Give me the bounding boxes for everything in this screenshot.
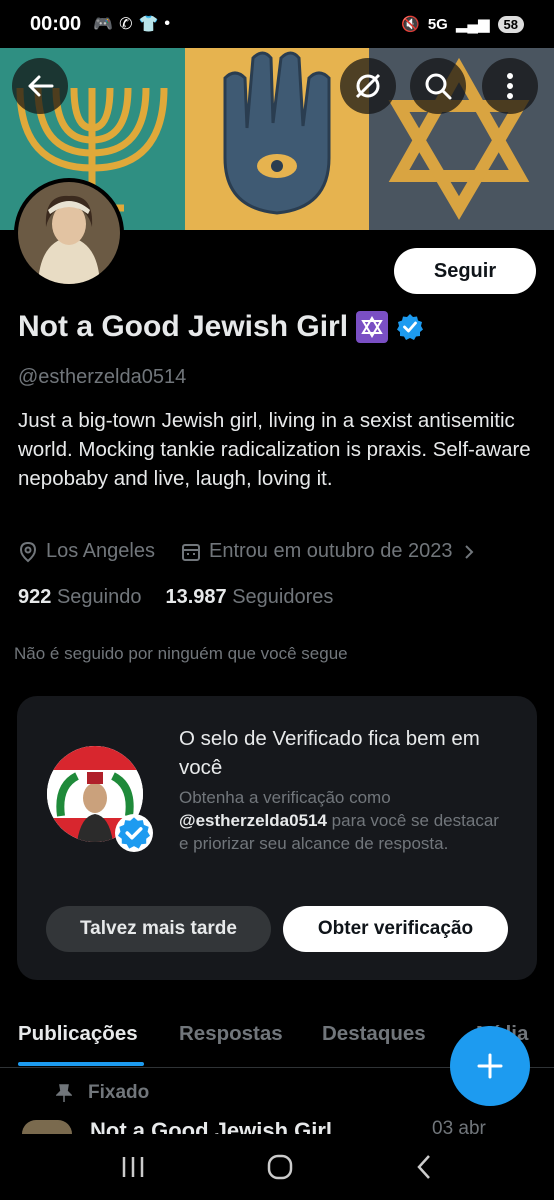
profile-meta: Los Angeles Entrou em outubro de 2023 bbox=[18, 540, 477, 563]
status-bar: 00:00 🎮 ✆ 👕 • 🔇 5G ▂▄▆ 58 bbox=[0, 0, 554, 48]
promo-text: Obtenha a verificação como @estherzelda0… bbox=[179, 786, 509, 855]
search-icon bbox=[425, 73, 452, 100]
follow-stats: 922 Seguindo 13.987 Seguidores bbox=[18, 586, 333, 609]
calendar-icon bbox=[181, 543, 200, 561]
verified-badge-icon[interactable] bbox=[396, 313, 424, 341]
profile-avatar[interactable] bbox=[14, 178, 124, 288]
chevron-right-icon[interactable] bbox=[461, 543, 477, 561]
tab-replies[interactable]: Respostas bbox=[179, 1022, 283, 1046]
more-options-button[interactable] bbox=[482, 58, 538, 114]
active-tab-indicator bbox=[18, 1062, 144, 1066]
game-icon: 🎮 bbox=[93, 16, 114, 33]
profile-bio: Just a big-town Jewish girl, living in a… bbox=[18, 409, 531, 490]
back-button[interactable] bbox=[12, 58, 68, 114]
grok-icon bbox=[355, 73, 381, 99]
search-button[interactable] bbox=[410, 58, 466, 114]
follow-button[interactable]: Seguir bbox=[394, 248, 536, 294]
status-time: 00:00 bbox=[30, 12, 82, 35]
promo-text-before: Obtenha a verificação como bbox=[179, 788, 391, 807]
location-pin-icon bbox=[19, 541, 37, 562]
mutual-followers-text: Não é seguido por ninguém que você segue bbox=[14, 644, 348, 663]
followers-label: Seguidores bbox=[232, 586, 334, 608]
post-date: 03 abr bbox=[432, 1118, 486, 1134]
tab-posts[interactable]: Publicações bbox=[18, 1022, 138, 1046]
promo-handle: @estherzelda0514 bbox=[179, 811, 327, 830]
joined-text[interactable]: Entrou em outubro de 2023 bbox=[209, 540, 453, 563]
kebab-menu-icon bbox=[507, 73, 513, 99]
recent-apps-icon[interactable] bbox=[120, 1155, 146, 1179]
verified-badge-icon bbox=[115, 814, 153, 852]
verification-promo-card: O selo de Verificado fica bem em você Ob… bbox=[17, 696, 537, 980]
arrow-left-icon bbox=[28, 75, 54, 97]
following-link[interactable]: 922 Seguindo bbox=[18, 586, 141, 609]
battery-indicator: 58 bbox=[497, 15, 524, 33]
following-count: 922 bbox=[18, 586, 52, 608]
notification-icons: 🎮 ✆ 👕 • bbox=[93, 14, 170, 34]
promo-title: O selo de Verificado fica bem em você bbox=[179, 727, 480, 779]
post-avatar[interactable] bbox=[22, 1120, 72, 1134]
home-icon[interactable] bbox=[266, 1153, 294, 1181]
grok-button[interactable] bbox=[340, 58, 396, 114]
maybe-later-button[interactable]: Talvez mais tarde bbox=[46, 906, 271, 952]
get-verified-button[interactable]: Obter verificação bbox=[283, 906, 508, 952]
star-of-david-emoji-icon bbox=[356, 311, 389, 343]
whatsapp-icon: ✆ bbox=[119, 16, 133, 33]
profile-name: Not a Good Jewish Girl bbox=[18, 310, 424, 344]
signal-icon: ▂▄▆ bbox=[455, 16, 490, 33]
pin-icon bbox=[56, 1084, 72, 1102]
location-text: Los Angeles bbox=[46, 540, 155, 562]
plus-icon bbox=[477, 1053, 503, 1079]
system-nav-bar bbox=[0, 1134, 554, 1200]
display-name: Not a Good Jewish Girl bbox=[18, 310, 349, 343]
dot-icon: • bbox=[164, 15, 171, 32]
pinned-label: Fixado bbox=[88, 1082, 150, 1103]
post-author-name[interactable]: Not a Good Jewish Girl bbox=[90, 1118, 332, 1134]
followers-count: 13.987 bbox=[165, 586, 227, 608]
shirt-icon: 👕 bbox=[138, 16, 159, 33]
compose-post-button[interactable] bbox=[450, 1026, 530, 1106]
pinned-indicator: Fixado bbox=[56, 1082, 149, 1104]
mute-icon: 🔇 bbox=[401, 16, 420, 33]
following-label: Seguindo bbox=[56, 586, 142, 608]
profile-handle: @estherzelda0514 bbox=[18, 366, 187, 388]
back-nav-icon[interactable] bbox=[414, 1153, 434, 1181]
followers-link[interactable]: 13.987 Seguidores bbox=[165, 586, 333, 609]
network-label: 5G bbox=[427, 15, 448, 33]
portrait-image bbox=[18, 182, 120, 284]
tab-highlights[interactable]: Destaques bbox=[322, 1022, 426, 1046]
